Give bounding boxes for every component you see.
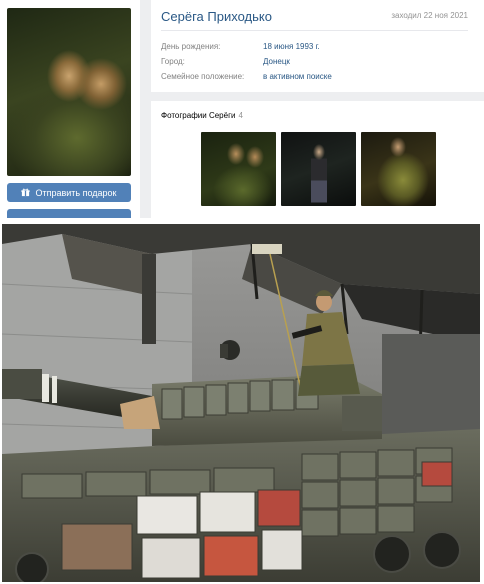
info-label: Семейное положение: <box>161 72 245 81</box>
profile-screenshot: Отправить подарок Серёга Приходько заход… <box>0 0 484 218</box>
tank-photo-illustration <box>2 224 480 582</box>
photos-card: Фотографии Серёги 4 <box>151 101 484 218</box>
photo-thumbnail[interactable] <box>281 132 356 206</box>
send-gift-button[interactable]: Отправить подарок <box>7 183 131 202</box>
secondary-action-button[interactable] <box>7 209 131 218</box>
photos-title: Фотографии Серёги <box>161 111 236 120</box>
photo-thumbnail[interactable] <box>361 132 436 206</box>
info-row-birthday: День рождения: 18 июня 1993 г. <box>161 42 471 54</box>
profile-avatar[interactable] <box>7 8 131 176</box>
birthday-link[interactable]: 18 июня 1993 г. <box>263 42 320 51</box>
profile-info-card: Серёга Приходько заходил 22 ноя 2021 Ден… <box>151 0 484 92</box>
city-link[interactable]: Донецк <box>263 57 290 66</box>
photos-header[interactable]: Фотографии Серёги 4 <box>161 111 243 120</box>
profile-left-column: Отправить подарок <box>0 0 140 218</box>
last-seen-status: заходил 22 ноя 2021 <box>391 11 468 20</box>
gift-icon <box>21 188 31 197</box>
info-divider <box>161 30 468 31</box>
relationship-link[interactable]: в активном поиске <box>263 72 332 81</box>
info-label: День рождения: <box>161 42 221 51</box>
tank-photo <box>2 224 480 582</box>
info-row-city: Город: Донецк <box>161 57 471 69</box>
user-name: Серёга Приходько <box>161 9 272 24</box>
photo-thumbnail[interactable] <box>201 132 276 206</box>
photos-count: 4 <box>238 111 243 120</box>
info-row-relationship: Семейное положение: в активном поиске <box>161 72 471 84</box>
send-gift-label: Отправить подарок <box>35 187 117 198</box>
info-label: Город: <box>161 57 185 66</box>
